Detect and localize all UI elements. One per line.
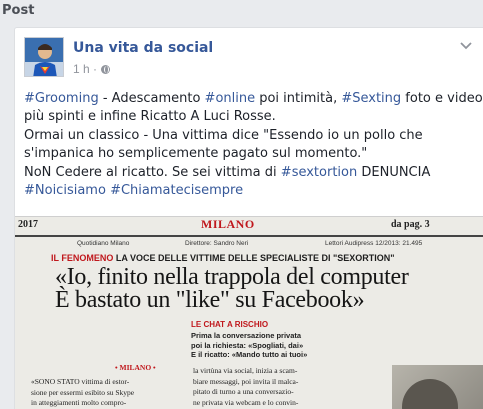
clipping-year: 2017 [18, 219, 38, 230]
post-card: Una vita da social 1 h · #Grooming - Ade… [14, 27, 483, 409]
post-text-line: s'impanica ho semplicemente pagato sul m… [24, 145, 474, 163]
hashtag-link[interactable]: #sextortion [281, 165, 357, 180]
post-text-line: più spinti e infine Ricatto A Luci Rosse… [24, 108, 474, 126]
post-text-segment: poi intimità, [255, 91, 342, 106]
hashtag-link[interactable]: #Sexting [341, 91, 401, 106]
post-text-segment: NoN Cedere al ricatto. Se sei vittima di [24, 164, 281, 180]
clipping-column-1: «SONO STATO vittima di estor- sione per … [31, 377, 135, 407]
hashtag-link[interactable]: #Noicisiamo [24, 183, 106, 198]
clipping-city: MILANO [201, 217, 255, 231]
post-text-segment: foto e video [401, 91, 483, 106]
post-text-line: #Grooming - Adescamento #online poi inti… [24, 90, 483, 108]
hashtag-link[interactable]: #online [205, 91, 256, 106]
post-text-segment: DENUNCIA [357, 164, 431, 180]
clipping-paper: Quotidiano Milano [77, 240, 130, 247]
clipping-readers: Lettori Audipress 12/2013: 21.495 [325, 240, 423, 247]
post-text-line: Ormai un classico - Una vittima dice "Es… [24, 127, 474, 145]
post-text-line: #Noicisiamo #Chiamatecisempre [24, 182, 474, 200]
clipping-director: Direttore: Sandro Neri [185, 240, 249, 247]
section-title: Post [2, 3, 35, 18]
post-meta: 1 h · [73, 62, 111, 76]
page-name-link[interactable]: Una vita da social [73, 40, 213, 56]
post-text: #Grooming - Adescamento #online poi inti… [24, 90, 483, 200]
hashtag-link[interactable]: #Chiamatecisempre [110, 183, 243, 198]
hashtag-link[interactable]: #Grooming [24, 91, 99, 106]
clipping-subheads: Prima la conversazione privata poi la ri… [191, 331, 308, 359]
post-text-segment: Ormai un classico - Una vittima dice "Es… [24, 127, 423, 143]
page-avatar[interactable] [24, 37, 64, 77]
chevron-down-icon[interactable] [459, 40, 473, 50]
clipping-rule [15, 235, 483, 237]
post-text-segment: - Adescamento [98, 91, 205, 106]
post-text-segment: più spinti e infine Ricatto A Luci Rosse… [24, 109, 276, 125]
post-text-line: NoN Cedere al ricatto. Se sei vittima di… [24, 164, 474, 182]
timestamp[interactable]: 1 h · [73, 62, 97, 76]
clipping-headline: «Io, finito nella trappola del computer … [55, 264, 409, 313]
clipping-column-2: la virtùna via social, inizia a scam- bi… [193, 366, 299, 407]
post-text-segment: s'impanica ho semplicemente pagato sul m… [24, 146, 368, 162]
clipping-kicker: LE CHAT A RISCHIO [191, 320, 269, 329]
clipping-band: IL FENOMENO LA VOCE DELLE VITTIME DELLE … [51, 253, 395, 263]
clipping-photo [392, 365, 483, 409]
post-image-newspaper-clipping[interactable]: 2017 MILANO da pag. 3 Quotidiano Milano … [15, 216, 483, 409]
globe-icon [101, 64, 111, 74]
clipping-page: da pag. 3 [391, 219, 430, 230]
clipping-byline: • MILANO • [115, 363, 156, 372]
